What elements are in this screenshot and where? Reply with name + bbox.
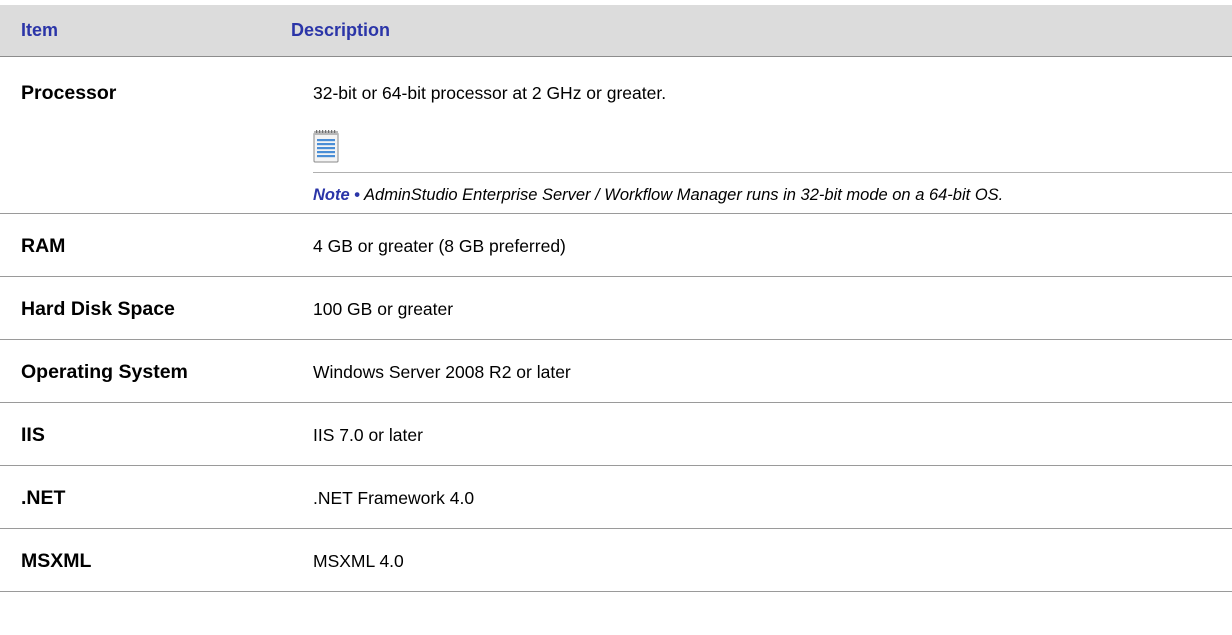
- row-description: 32-bit or 64-bit processor at 2 GHz or g…: [313, 83, 667, 103]
- table-row: MSXML MSXML 4.0: [0, 529, 1232, 592]
- row-description: Windows Server 2008 R2 or later: [313, 362, 571, 382]
- table-row: .NET .NET Framework 4.0: [0, 466, 1232, 529]
- row-item-label: Operating System: [21, 361, 188, 383]
- row-description: .NET Framework 4.0: [313, 488, 475, 508]
- column-header-description: Description: [291, 20, 391, 40]
- table-row: RAM 4 GB or greater (8 GB preferred): [0, 214, 1232, 277]
- table-row: Operating System Windows Server 2008 R2 …: [0, 340, 1232, 403]
- requirements-table: Item Description Processor 32-bit or 64-…: [0, 5, 1232, 592]
- row-item-label: .NET: [21, 487, 66, 509]
- row-item-label: IIS: [21, 424, 45, 446]
- note-text: AdminStudio Enterprise Server / Workflow…: [364, 186, 1004, 204]
- table-row: IIS IIS 7.0 or later: [0, 403, 1232, 466]
- note-label: Note: [313, 186, 350, 204]
- column-header-item: Item: [21, 20, 59, 40]
- notepad-icon: [313, 130, 339, 163]
- row-item-label: Hard Disk Space: [21, 298, 175, 320]
- row-item-label: MSXML: [21, 550, 92, 572]
- note-divider: [313, 172, 1232, 173]
- row-item-label: RAM: [21, 235, 66, 257]
- row-description: 4 GB or greater (8 GB preferred): [313, 236, 566, 256]
- note-bullet: •: [354, 186, 361, 204]
- note-text-line: Note • AdminStudio Enterprise Server / W…: [313, 186, 1003, 205]
- row-description: 100 GB or greater: [313, 299, 454, 319]
- row-description: MSXML 4.0: [313, 551, 404, 571]
- table-row: Hard Disk Space 100 GB or greater: [0, 277, 1232, 340]
- table-header: Item Description: [0, 5, 1232, 57]
- table-row: Processor 32-bit or 64-bit processor at …: [0, 57, 1232, 214]
- row-description: IIS 7.0 or later: [313, 425, 423, 445]
- row-item-label: Processor: [21, 82, 117, 104]
